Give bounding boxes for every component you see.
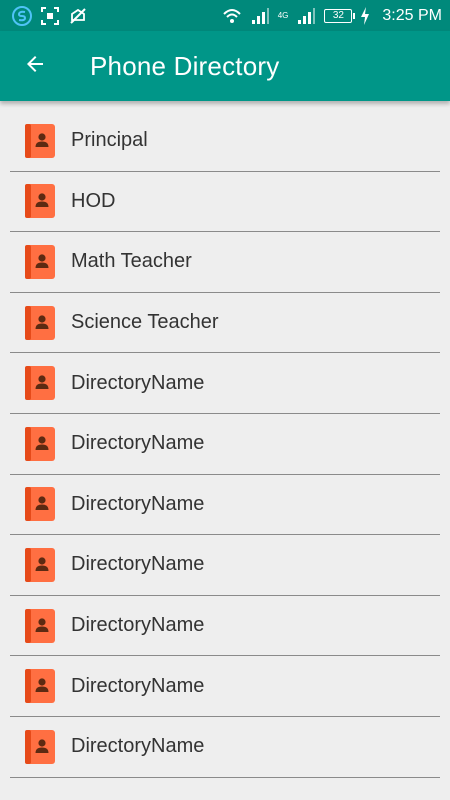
list-item-label: DirectoryName: [71, 614, 205, 637]
app-s-logo-icon: [12, 5, 32, 26]
list-item-10[interactable]: DirectoryName: [10, 717, 440, 778]
list-item-label: Principal: [71, 129, 148, 152]
list-item-label: DirectoryName: [71, 492, 205, 515]
list-item-7[interactable]: DirectoryName: [10, 535, 440, 596]
list-item-8[interactable]: DirectoryName: [10, 596, 440, 657]
list-item-9[interactable]: DirectoryName: [10, 656, 440, 717]
list-item-label: DirectoryName: [71, 371, 205, 394]
list-item-6[interactable]: DirectoryName: [10, 475, 440, 536]
back-button[interactable]: [0, 31, 70, 101]
list-item-5[interactable]: DirectoryName: [10, 414, 440, 475]
list-item-label: Science Teacher: [71, 311, 219, 334]
contact-book-icon: [25, 729, 55, 764]
list-item-label: DirectoryName: [71, 674, 205, 697]
signal-1-icon: [250, 6, 270, 26]
network-type-label: 4G: [277, 10, 289, 20]
contact-book-icon: [25, 487, 55, 522]
list-item-1[interactable]: HOD: [10, 172, 440, 233]
contact-book-icon: [25, 608, 55, 643]
status-left-icons: [12, 5, 88, 26]
page-title: Phone Directory: [90, 50, 280, 81]
list-item-label: DirectoryName: [71, 553, 205, 576]
list-item-3[interactable]: Science Teacher: [10, 293, 440, 354]
list-item-label: DirectoryName: [71, 432, 205, 455]
status-time: 3:25 PM: [382, 6, 442, 24]
mute-icon: [68, 6, 88, 26]
contact-book-icon: [25, 305, 55, 340]
contact-book-icon: [25, 547, 55, 582]
charging-icon: [360, 6, 370, 26]
screenshot-icon: [40, 6, 60, 26]
contact-book-icon: [25, 244, 55, 279]
wifi-icon: [222, 6, 242, 26]
arrow-back-icon: [23, 52, 47, 81]
app-bar: Phone Directory: [0, 31, 450, 101]
status-right-icons: 4G 32 3:25 PM: [222, 6, 442, 26]
list-item-0[interactable]: Principal: [10, 111, 440, 172]
contact-book-icon: [25, 366, 55, 401]
contact-book-icon: [25, 184, 55, 219]
contact-book-icon: [25, 669, 55, 704]
directory-list: Principal HOD Math Teacher Science Teach…: [0, 111, 450, 778]
contact-book-icon: [25, 123, 55, 158]
signal-2-icon: [296, 6, 316, 26]
contact-book-icon: [25, 426, 55, 461]
list-item-2[interactable]: Math Teacher: [10, 232, 440, 293]
list-item-label: DirectoryName: [71, 735, 205, 758]
status-bar: 4G 32 3:25 PM: [0, 0, 450, 31]
list-item-4[interactable]: DirectoryName: [10, 353, 440, 414]
battery-indicator: 32: [324, 8, 356, 23]
list-item-label: Math Teacher: [71, 250, 192, 273]
list-item-label: HOD: [71, 189, 116, 212]
